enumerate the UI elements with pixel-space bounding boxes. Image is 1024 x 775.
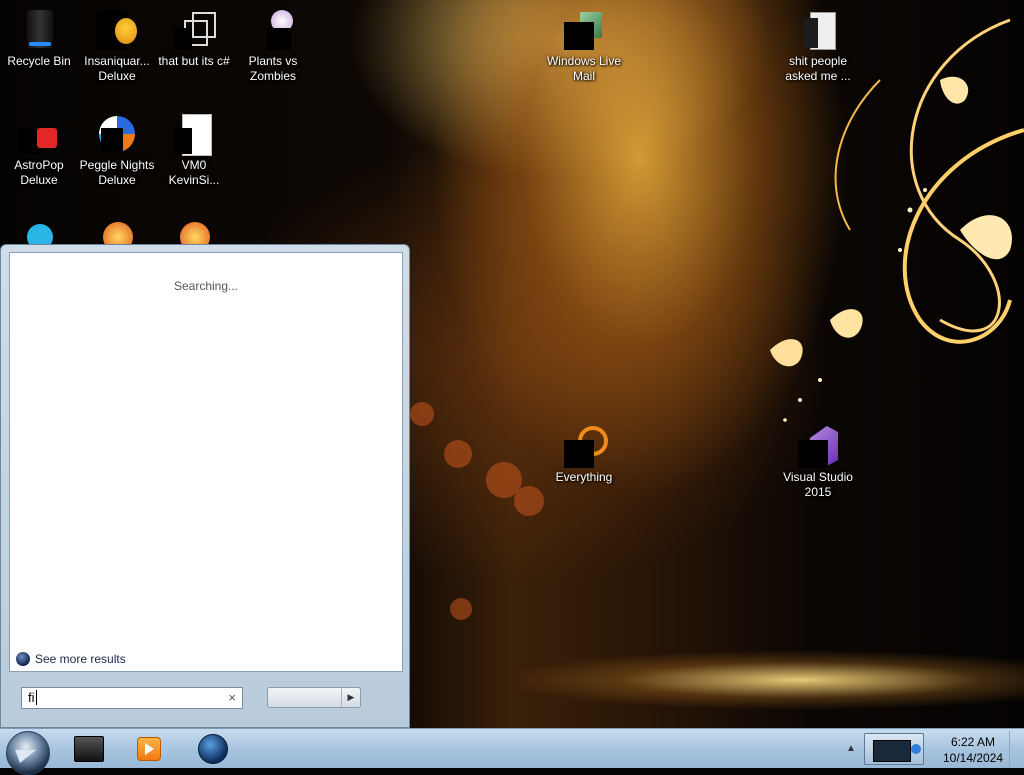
- desktop-icon-that-but-its-csharp[interactable]: that but its c#: [156, 4, 232, 69]
- shortcut-icon: [174, 10, 216, 50]
- see-more-results-label: See more results: [35, 652, 126, 666]
- desktop-icon-insaniquarium[interactable]: Insaniquar... Deluxe: [79, 4, 155, 84]
- recycle-bin-icon: [19, 10, 59, 50]
- globe-icon: [198, 734, 228, 764]
- icon-label: Visual Studio 2015: [783, 470, 853, 499]
- mail-icon: [564, 10, 604, 50]
- text-file-icon: [798, 10, 838, 50]
- clock-time: 6:22 AM: [950, 735, 996, 749]
- notification-area: ▲ 6:22 AM 10/14/2024: [842, 731, 1024, 767]
- plants-vs-zombies-icon: [253, 10, 293, 50]
- desktop-icon-vm0[interactable]: VM0 KevinSi...: [156, 108, 232, 188]
- app-thumbnail-icon: [873, 740, 911, 762]
- icon-label: Insaniquar... Deluxe: [84, 54, 150, 83]
- bokeh-dot: [410, 402, 434, 426]
- show-hidden-icons-button[interactable]: ▲: [846, 743, 856, 754]
- icon-label: VM0 KevinSi...: [168, 158, 220, 187]
- icon-label: Everything: [555, 470, 613, 484]
- desktop-background: Recycle Bin Insaniquar... Deluxe that bu…: [0, 0, 1024, 728]
- start-orb-icon: [15, 743, 39, 763]
- peggle-icon: [97, 114, 137, 154]
- taskbar-pinned-terminal[interactable]: [68, 733, 110, 765]
- visual-studio-icon: [798, 426, 838, 468]
- icon-label: that but its c#: [158, 54, 230, 68]
- search-orb-icon: [16, 652, 30, 666]
- icon-label: shit people asked me ...: [785, 54, 851, 83]
- shutdown-main-button[interactable]: [268, 688, 342, 707]
- everything-search-icon: [564, 426, 608, 468]
- fish-game-icon: [97, 10, 137, 50]
- document-icon: [174, 114, 214, 156]
- bokeh-dot: [444, 440, 472, 468]
- desktop-icon-everything[interactable]: Everything: [546, 420, 622, 485]
- desktop-icon-astropop[interactable]: AstroPop Deluxe: [1, 108, 77, 188]
- search-input-value: fi: [28, 690, 35, 705]
- tray-active-app[interactable]: [864, 733, 924, 765]
- icon-label: AstroPop Deluxe: [14, 158, 64, 187]
- show-desktop-button[interactable]: [1009, 731, 1024, 767]
- taskbar: ▲ 6:22 AM 10/14/2024: [0, 728, 1024, 775]
- clear-search-icon[interactable]: ×: [228, 690, 236, 705]
- icon-label: Windows Live Mail: [546, 54, 622, 83]
- search-input[interactable]: fi ×: [21, 687, 243, 709]
- desktop-icon-plants-vs-zombies[interactable]: Plants vs Zombies: [235, 4, 311, 84]
- icon-label: Plants vs Zombies: [248, 54, 298, 83]
- system-clock[interactable]: 6:22 AM 10/14/2024: [938, 734, 1008, 766]
- icon-label: Recycle Bin: [7, 54, 71, 68]
- icon-label: Peggle Nights Deluxe: [79, 158, 155, 187]
- search-results-pane: Searching... See more results: [9, 252, 403, 672]
- terminal-icon: [74, 736, 104, 762]
- wallpaper-light-band: [520, 650, 1024, 720]
- see-more-results-link[interactable]: See more results: [16, 652, 126, 666]
- shutdown-button[interactable]: ▶: [267, 687, 361, 708]
- astropop-icon: [19, 114, 59, 154]
- start-button[interactable]: [6, 731, 50, 775]
- media-player-icon: [137, 737, 161, 761]
- desktop-icon-windows-live-mail[interactable]: Windows Live Mail: [546, 4, 622, 84]
- network-icon: [911, 744, 921, 754]
- bokeh-dot: [514, 486, 544, 516]
- bokeh-dot: [450, 598, 472, 620]
- start-menu: Searching... See more results fi × ▶: [0, 244, 410, 728]
- clock-date: 10/14/2024: [942, 751, 1004, 765]
- desktop-icon-peggle-nights[interactable]: Peggle Nights Deluxe: [79, 108, 155, 188]
- taskbar-pinned-media-player[interactable]: [128, 733, 170, 765]
- desktop-icon-text-file[interactable]: shit people asked me ...: [780, 4, 856, 84]
- searching-status: Searching...: [173, 279, 239, 293]
- taskbar-pinned-globe[interactable]: [192, 733, 234, 765]
- desktop-icon-visual-studio[interactable]: Visual Studio 2015: [780, 420, 856, 500]
- desktop-icon-recycle-bin[interactable]: Recycle Bin: [1, 4, 77, 69]
- shutdown-options-arrow-icon[interactable]: ▶: [342, 688, 360, 707]
